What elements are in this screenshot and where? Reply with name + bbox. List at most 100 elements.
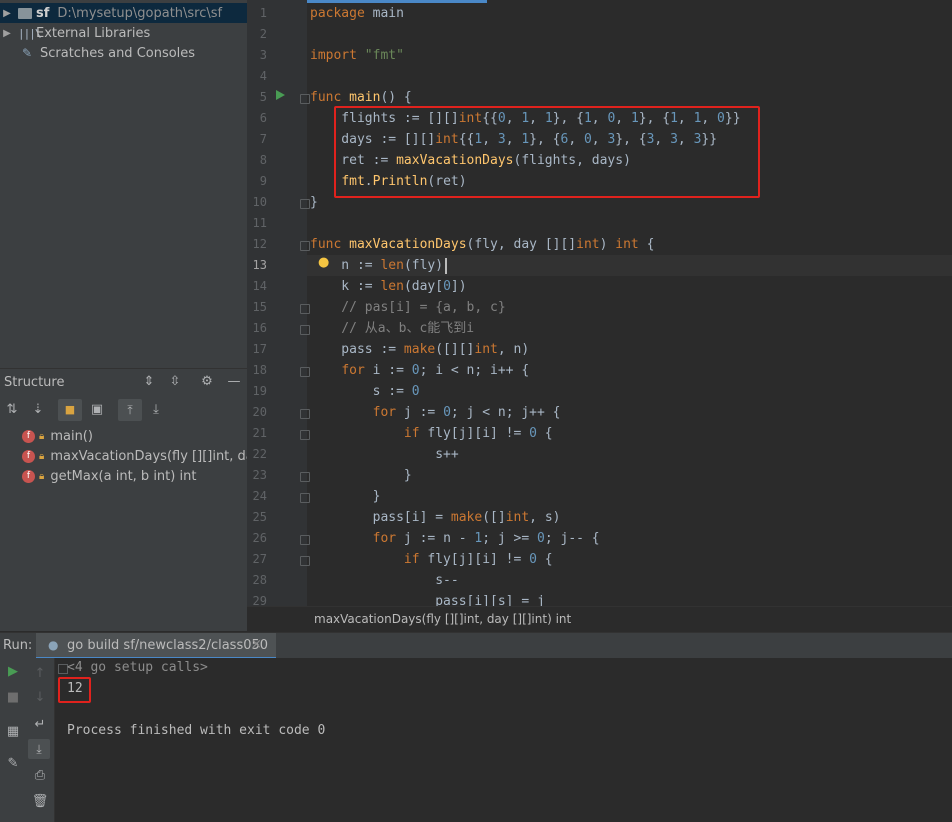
tree-item-label: sf — [36, 5, 50, 21]
stop-icon[interactable]: ■ — [3, 688, 23, 708]
soft-wrap-icon[interactable]: ↵ — [30, 715, 50, 735]
fold-icon[interactable] — [300, 94, 310, 104]
structure-item[interactable]: f 🔒︎ getMax(a int, b int) int — [22, 466, 196, 486]
line-number: 16 — [252, 321, 267, 335]
code-line: s++ — [310, 447, 459, 462]
expand-all-icon[interactable]: ⇕ — [140, 373, 158, 391]
code-line: n := len(fly) — [310, 258, 444, 273]
collapse-all-icon[interactable]: ⇳ — [166, 373, 184, 391]
line-number: 14 — [252, 279, 267, 293]
trash-icon[interactable]: 🗑︎ — [30, 792, 50, 812]
structure-item-label: getMax(a int, b int) int — [50, 468, 197, 484]
rerun-icon[interactable]: ▶ — [3, 662, 23, 682]
line-number: 17 — [252, 342, 267, 356]
code-line: func main() { — [310, 90, 412, 105]
code-line: } — [310, 195, 318, 210]
chevron-right-icon[interactable]: ▶ — [0, 28, 14, 39]
fold-icon[interactable] — [300, 409, 310, 419]
autoscroll-from-source-icon[interactable]: ⤓ — [147, 401, 165, 419]
chevron-right-icon[interactable]: ▶ — [0, 8, 14, 19]
project-panel: ▶ sf D:\mysetup\gopath\src\sf ▶ |||\ Ext… — [0, 0, 247, 368]
fold-icon[interactable] — [300, 199, 310, 209]
line-number: 22 — [252, 447, 267, 461]
tree-item-external-libraries[interactable]: ▶ |||\ External Libraries — [0, 23, 247, 43]
line-number: 7 — [259, 132, 267, 146]
code-line: s := 0 — [310, 384, 420, 399]
autoscroll-to-source-toggle[interactable]: ⤒ — [118, 399, 142, 421]
tree-item-path: D:\mysetup\gopath\src\sf — [57, 5, 223, 21]
fold-icon[interactable] — [300, 325, 310, 335]
sort-visibility-icon[interactable]: ⇅ — [3, 401, 21, 419]
code-line: // pas[i] = {a, b, c} — [310, 300, 506, 315]
run-toolbar: ▶ ■ ▦ ✎ — [0, 658, 26, 822]
layout-icon[interactable]: ▦ — [3, 722, 23, 742]
minimize-icon[interactable]: — — [225, 373, 243, 391]
line-number: 20 — [252, 405, 267, 419]
line-number: 1 — [259, 6, 267, 20]
line-number: 15 — [252, 300, 267, 314]
run-icon[interactable] — [276, 90, 285, 100]
run-tab[interactable]: ● go build sf/newclass2/class050 × — [36, 633, 276, 659]
line-number: 8 — [259, 153, 267, 167]
run-header: Run: ● go build sf/newclass2/class050 × — [0, 632, 952, 660]
fold-icon[interactable] — [300, 367, 310, 377]
sort-alpha-icon[interactable]: ⇣ — [29, 401, 47, 419]
lock-icon: ■ — [64, 403, 76, 416]
gear-icon[interactable]: ⚙ — [198, 373, 216, 391]
folder-icon — [18, 7, 32, 19]
lightbulb-icon[interactable]: ● — [318, 255, 329, 271]
run-toolbar-secondary: ↑ ↓ ↵ ⤓ ⎙ 🗑︎ — [26, 658, 55, 822]
text-cursor — [445, 258, 447, 274]
fold-icon[interactable] — [300, 241, 310, 251]
arrow-up-icon[interactable]: ↑ — [30, 664, 50, 684]
tree-item-sf[interactable]: ▶ sf D:\mysetup\gopath\src\sf — [0, 3, 247, 23]
code-line: for i := 0; i < n; i++ { — [341, 363, 530, 378]
fold-icon[interactable] — [300, 430, 310, 440]
fold-icon[interactable] — [300, 304, 310, 314]
show-non-public-toggle[interactable]: ■ — [58, 399, 82, 421]
highlight-box — [58, 677, 91, 703]
print-icon[interactable]: ⎙ — [30, 766, 50, 786]
line-number: 28 — [252, 573, 267, 587]
panel-title: Structure — [4, 375, 65, 390]
line-number: 2 — [259, 27, 267, 41]
scroll-to-end-toggle[interactable]: ⤓ — [28, 739, 50, 759]
pin-icon[interactable]: ✎ — [3, 754, 23, 774]
code-line: // 从a、b、c能飞到i — [310, 321, 475, 336]
arrow-down-icon[interactable]: ↓ — [30, 688, 50, 708]
tree-item-label: Scratches and Consoles — [40, 45, 196, 61]
fold-icon[interactable] — [300, 472, 310, 482]
run-tab-title: go build sf/newclass2/class050 — [67, 638, 269, 653]
line-number: 25 — [252, 510, 267, 524]
close-icon[interactable]: × — [251, 637, 262, 652]
line-number: 10 — [252, 195, 267, 209]
line-number: 13 — [252, 258, 267, 272]
fold-icon[interactable] — [300, 535, 310, 545]
code-line: } — [310, 468, 412, 483]
show-fields-icon[interactable]: ▣ — [88, 401, 106, 419]
line-number: 21 — [252, 426, 267, 440]
scratches-icon: ✎ — [22, 46, 33, 60]
highlight-box — [334, 106, 760, 198]
code-line: import "fmt" — [310, 48, 404, 63]
gopher-icon: ● — [48, 638, 59, 652]
setup-calls-line[interactable]: <4 go setup calls> — [67, 658, 208, 678]
code-line: package main — [310, 6, 404, 21]
line-number: 12 — [252, 237, 267, 251]
fold-icon[interactable] — [300, 556, 310, 566]
line-number: 5 — [259, 90, 267, 104]
tree-item-scratches[interactable]: ✎ Scratches and Consoles — [0, 43, 247, 63]
structure-item[interactable]: f 🔒︎ main() — [22, 426, 93, 446]
code-line: for j := n - 1; j >= 0; j-- { — [372, 531, 600, 546]
lock-icon: 🔒︎ — [39, 470, 45, 482]
code-line: if fly[j][i] != 0 { — [403, 426, 553, 441]
line-number: 19 — [252, 384, 267, 398]
breadcrumb[interactable]: maxVacationDays(fly [][]int, day [][]int… — [247, 606, 952, 631]
fold-icon[interactable] — [300, 493, 310, 503]
breadcrumb-label: maxVacationDays(fly [][]int, day [][]int… — [314, 612, 572, 626]
scroll-to-end-icon: ⤓ — [36, 742, 42, 756]
code-line: pass := make([][]int, n) — [310, 342, 530, 357]
line-number: 18 — [252, 363, 267, 377]
structure-panel: Structure ⇕ ⇳ ⚙ — ⇅ ⇣ ■ ▣ ⤒ ⤓ f 🔒︎ main(… — [0, 368, 329, 631]
code-line: pass[i] = make([]int, s) — [310, 510, 561, 525]
